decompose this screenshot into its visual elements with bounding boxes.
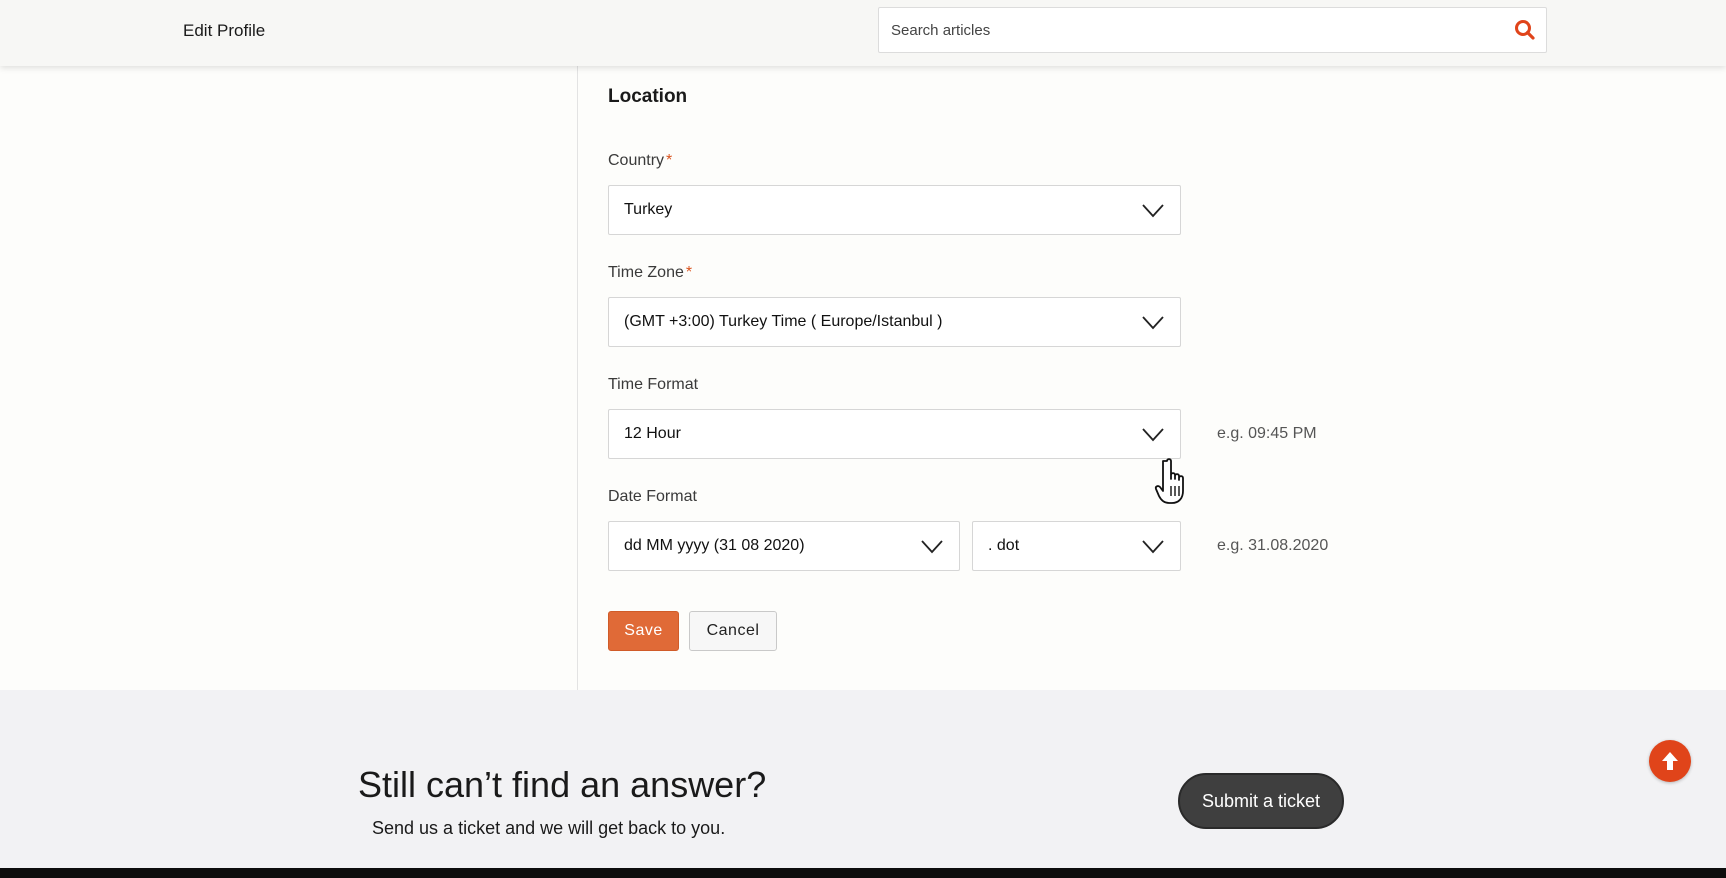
save-button[interactable]: Save xyxy=(608,611,679,651)
footer-title: Still can’t find an answer? xyxy=(358,764,767,805)
time-format-select[interactable]: 12 Hour xyxy=(608,409,1181,459)
country-select[interactable]: Turkey xyxy=(608,185,1181,235)
date-format-select[interactable]: dd MM yyyy (31 08 2020) xyxy=(608,521,960,571)
chevron-down-icon xyxy=(1142,316,1164,330)
date-format-example: e.g. 31.08.2020 xyxy=(1217,537,1329,554)
top-header: Edit Profile xyxy=(0,0,1726,66)
date-format-value: dd MM yyyy (31 08 2020) xyxy=(624,537,805,554)
time-format-label: Time Format xyxy=(608,376,699,393)
bottom-bar xyxy=(0,868,1726,878)
required-mark: * xyxy=(666,152,673,169)
chevron-down-icon xyxy=(921,540,943,554)
search-button[interactable] xyxy=(1514,19,1536,41)
chevron-down-icon xyxy=(1142,204,1164,218)
time-format-example: e.g. 09:45 PM xyxy=(1217,425,1317,442)
search-input[interactable] xyxy=(891,8,1491,52)
sidebar-divider xyxy=(577,66,578,690)
chevron-down-icon xyxy=(1142,540,1164,554)
date-separator-select[interactable]: . dot xyxy=(972,521,1181,571)
time-zone-select[interactable]: (GMT +3:00) Turkey Time ( Europe/Istanbu… xyxy=(608,297,1181,347)
submit-ticket-button[interactable]: Submit a ticket xyxy=(1178,773,1344,829)
page-title: Edit Profile xyxy=(183,21,266,40)
required-mark: * xyxy=(685,264,693,281)
date-separator-value: . dot xyxy=(988,537,1020,554)
footer-help-section: Still can’t find an answer? Send us a ti… xyxy=(0,690,1726,868)
location-section-title: Location xyxy=(608,86,688,107)
country-value: Turkey xyxy=(624,201,673,218)
hand-cursor-icon xyxy=(1154,458,1184,504)
time-zone-label: Time Zone * xyxy=(608,264,692,282)
chevron-down-icon xyxy=(1142,428,1164,442)
country-label-text: Country xyxy=(608,152,665,169)
search-icon xyxy=(1515,20,1535,40)
time-zone-label-text: Time Zone xyxy=(608,264,684,281)
search-box xyxy=(878,7,1547,53)
time-zone-value: (GMT +3:00) Turkey Time ( Europe/Istanbu… xyxy=(624,313,943,330)
profile-form-area: Location Country * Turkey Time Zone * (GMT… xyxy=(0,66,1726,690)
country-label: Country * xyxy=(608,152,672,170)
arrow-up-icon xyxy=(1662,752,1678,770)
footer-subtitle: Send us a ticket and we will get back to… xyxy=(372,818,726,838)
time-format-value: 12 Hour xyxy=(624,425,681,442)
cancel-button[interactable]: Cancel xyxy=(689,611,777,651)
back-to-top-button[interactable] xyxy=(1649,740,1691,782)
date-format-label: Date Format xyxy=(608,488,697,505)
